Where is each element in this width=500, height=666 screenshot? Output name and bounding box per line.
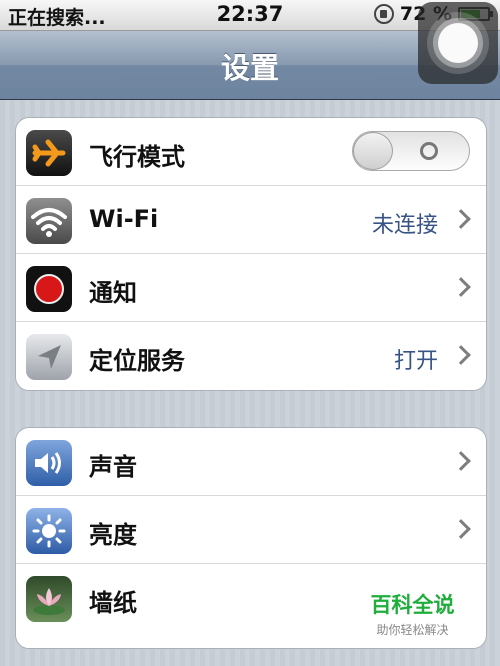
watermark-title: 百科全说 <box>370 593 455 617</box>
settings-row-airplane-mode[interactable]: 飞行模式 <box>16 118 486 186</box>
rotation-lock-icon <box>373 4 394 24</box>
brightness-icon <box>26 508 72 554</box>
assistive-ring-inner <box>438 23 478 63</box>
airplane-mode-toggle[interactable] <box>352 131 470 171</box>
chevron-right-icon <box>451 345 471 365</box>
watermark-logo: 百科全说 助你轻松解决 <box>350 582 475 640</box>
settings-row-location-services[interactable]: 定位服务 打开 <box>16 322 486 390</box>
wifi-icon <box>26 198 72 244</box>
airplane-mode-label: 飞行模式 <box>89 143 185 171</box>
chevron-right-icon <box>451 277 471 297</box>
watermark-subtitle: 助你轻松解决 <box>376 623 449 637</box>
brightness-label: 亮度 <box>89 521 137 549</box>
location-services-status: 打开 <box>393 349 438 374</box>
toggle-knob <box>353 132 393 170</box>
sound-icon <box>26 440 72 486</box>
notifications-icon <box>26 266 72 312</box>
location-icon <box>26 334 72 380</box>
assistive-touch-button[interactable] <box>418 2 498 84</box>
chevron-right-icon <box>451 519 471 539</box>
settings-row-wifi[interactable]: Wi-Fi 未连接 <box>16 186 486 254</box>
wallpaper-icon <box>26 576 72 622</box>
chevron-right-icon <box>451 209 471 229</box>
sounds-label: 声音 <box>89 453 137 481</box>
wallpaper-label: 墙纸 <box>89 589 137 617</box>
notifications-label: 通知 <box>89 279 137 307</box>
wifi-status: 未连接 <box>371 213 438 238</box>
toggle-off-icon <box>420 142 438 160</box>
settings-row-notifications[interactable]: 通知 <box>16 254 486 322</box>
settings-row-sounds[interactable]: 声音 <box>16 428 486 496</box>
chevron-right-icon <box>451 451 471 471</box>
wifi-label: Wi-Fi <box>89 205 159 233</box>
settings-row-brightness[interactable]: 亮度 <box>16 496 486 564</box>
airplane-icon <box>26 130 72 176</box>
location-services-label: 定位服务 <box>89 347 185 375</box>
settings-group-1: 飞行模式 Wi-Fi 未连接 通知 定位服务 打开 <box>15 117 487 391</box>
